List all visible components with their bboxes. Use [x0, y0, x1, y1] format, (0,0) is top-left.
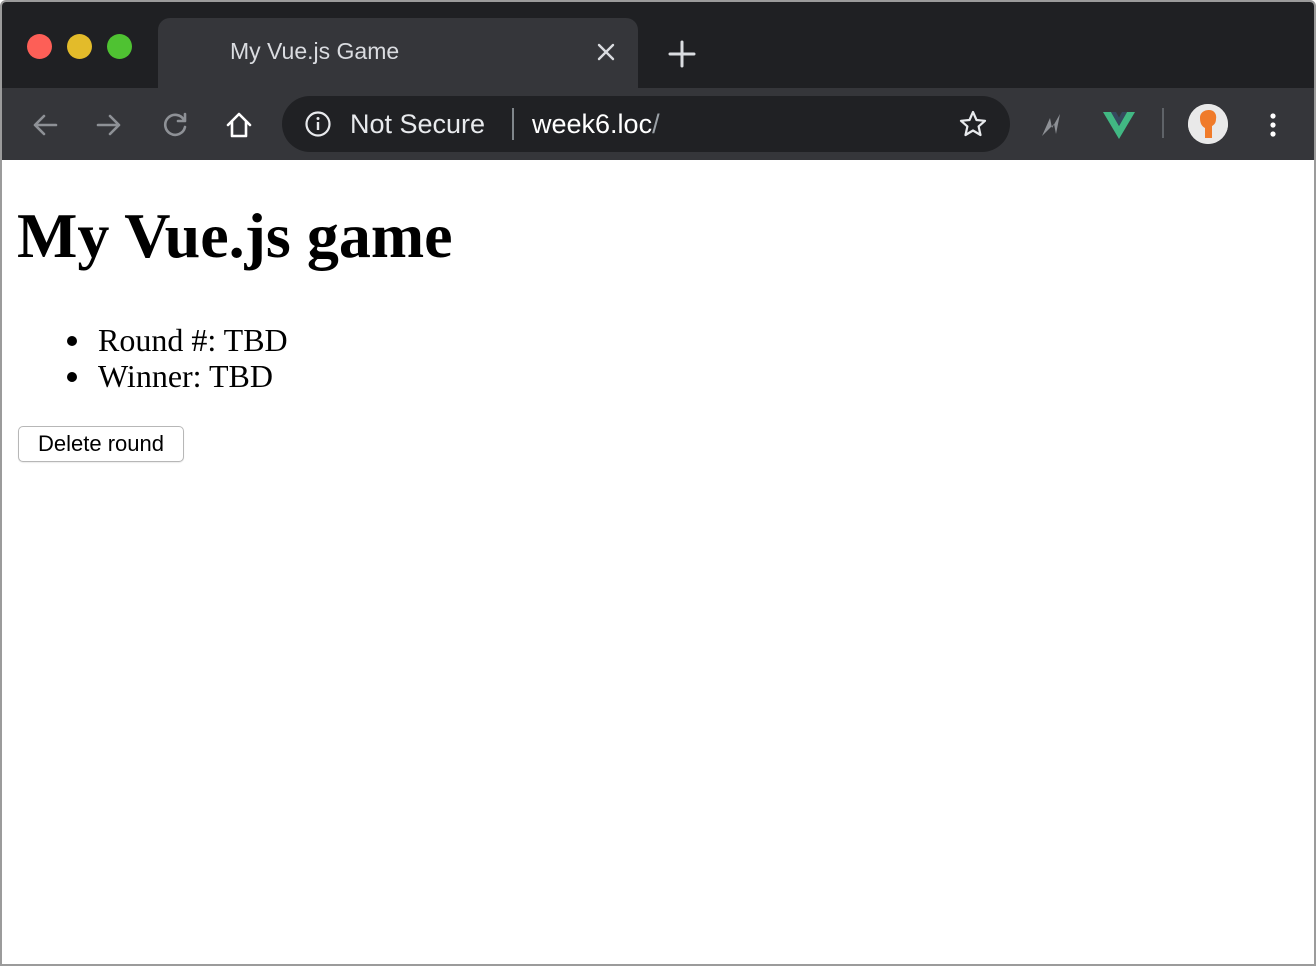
- page-title: My Vue.js game: [17, 200, 453, 271]
- browser-window: My Vue.js Game Not Secure week6.loc/ My …: [0, 0, 1316, 966]
- menu-icon[interactable]: [1258, 110, 1288, 140]
- close-tab-icon[interactable]: [594, 40, 618, 64]
- vue-devtools-icon[interactable]: [1102, 110, 1136, 140]
- tab-strip: My Vue.js Game: [2, 2, 1314, 88]
- maximize-window-button[interactable]: [107, 34, 132, 59]
- round-number-item: Round #: TBD: [64, 322, 288, 358]
- star-icon[interactable]: [958, 109, 988, 139]
- url-path: /: [652, 109, 660, 139]
- back-arrow-icon[interactable]: [30, 110, 60, 140]
- close-window-button[interactable]: [27, 34, 52, 59]
- avatar-image-icon: [1188, 104, 1228, 144]
- delete-round-button[interactable]: Delete round: [18, 426, 184, 462]
- page-content: My Vue.js game Round #: TBD Winner: TBD …: [2, 160, 1314, 964]
- tab-title: My Vue.js Game: [230, 38, 400, 64]
- forward-arrow-icon[interactable]: [94, 110, 124, 140]
- minimize-window-button[interactable]: [67, 34, 92, 59]
- tab-active[interactable]: My Vue.js Game: [158, 18, 638, 88]
- winner-item: Winner: TBD: [64, 358, 288, 394]
- new-tab-icon[interactable]: [666, 38, 698, 70]
- omnibox-divider: [512, 108, 514, 140]
- browser-toolbar: Not Secure week6.loc/: [2, 88, 1314, 160]
- home-icon[interactable]: [224, 110, 254, 140]
- info-icon[interactable]: [304, 110, 332, 138]
- toolbar-divider: [1162, 108, 1164, 138]
- avatar[interactable]: [1188, 104, 1228, 144]
- lightning-extension-icon[interactable]: [1038, 110, 1068, 140]
- url-host: week6.loc: [532, 109, 653, 139]
- address-bar[interactable]: Not Secure week6.loc/: [282, 96, 1010, 152]
- round-info-list: Round #: TBD Winner: TBD: [64, 322, 288, 394]
- url-text[interactable]: week6.loc/: [532, 109, 660, 140]
- security-status[interactable]: Not Secure: [350, 109, 485, 140]
- reload-icon[interactable]: [160, 110, 190, 140]
